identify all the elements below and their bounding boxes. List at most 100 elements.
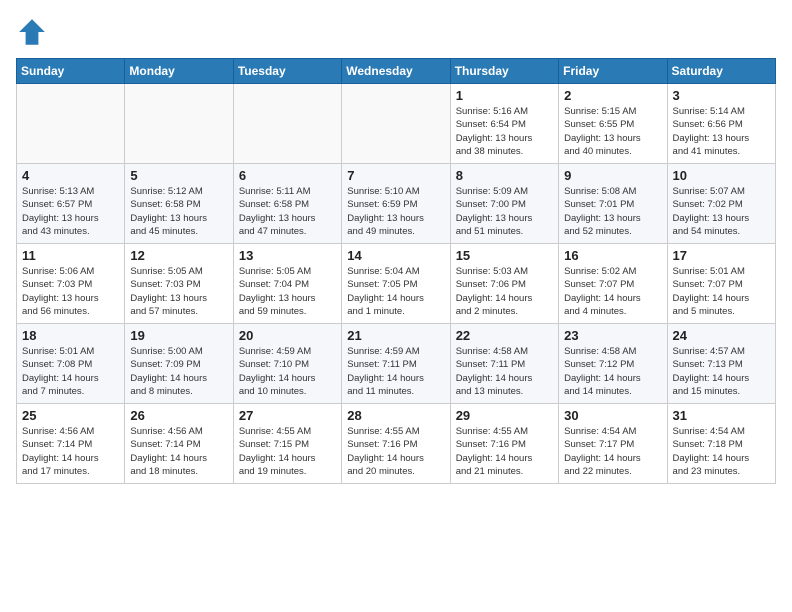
calendar-cell: 28 Sunrise: 4:55 AM Sunset: 7:16 PM Dayli… <box>342 404 450 484</box>
cell-content: Sunrise: 5:04 AM Sunset: 7:05 PM Dayligh… <box>347 265 444 318</box>
header-wednesday: Wednesday <box>342 59 450 84</box>
calendar-cell: 25Sunrise: 4:56 AM Sunset: 7:14 PM Dayli… <box>17 404 125 484</box>
calendar-cell: 30Sunrise: 4:54 AM Sunset: 7:17 PM Dayli… <box>559 404 667 484</box>
day-number: 4 <box>22 168 119 183</box>
header-sunday: Sunday <box>17 59 125 84</box>
day-number: 9 <box>564 168 661 183</box>
cell-content: Sunrise: 4:59 AM Sunset: 7:10 PM Dayligh… <box>239 345 336 398</box>
logo-icon <box>16 16 48 48</box>
calendar-cell: 12 Sunrise: 5:05 AM Sunset: 7:03 PM Dayli… <box>125 244 233 324</box>
logo <box>16 16 52 48</box>
day-number: 11 <box>22 248 119 263</box>
header-monday: Monday <box>125 59 233 84</box>
cell-content: Sunrise: 4:55 AM Sunset: 7:16 PM Dayligh… <box>456 425 553 478</box>
calendar-cell: 26 Sunrise: 4:56 AM Sunset: 7:14 PM Dayli… <box>125 404 233 484</box>
day-number: 21 <box>347 328 444 343</box>
cell-content: Sunrise: 4:57 AM Sunset: 7:13 PM Dayligh… <box>673 345 770 398</box>
cell-content: Sunrise: 4:55 AM Sunset: 7:16 PM Dayligh… <box>347 425 444 478</box>
cell-content: Sunrise: 5:05 AM Sunset: 7:04 PM Dayligh… <box>239 265 336 318</box>
cell-content: Sunrise: 5:11 AM Sunset: 6:58 PM Dayligh… <box>239 185 336 238</box>
cell-content: Sunrise: 5:01 AM Sunset: 7:07 PM Dayligh… <box>673 265 770 318</box>
week-row-3: 11 Sunrise: 5:06 AM Sunset: 7:03 PM Dayli… <box>17 244 776 324</box>
day-number: 7 <box>347 168 444 183</box>
cell-content: Sunrise: 5:13 AM Sunset: 6:57 PM Dayligh… <box>22 185 119 238</box>
day-number: 6 <box>239 168 336 183</box>
calendar-cell: 17 Sunrise: 5:01 AM Sunset: 7:07 PM Dayli… <box>667 244 775 324</box>
cell-content: Sunrise: 5:09 AM Sunset: 7:00 PM Dayligh… <box>456 185 553 238</box>
calendar-cell: 6 Sunrise: 5:11 AM Sunset: 6:58 PM Daylig… <box>233 164 341 244</box>
calendar-cell: 15 Sunrise: 5:03 AM Sunset: 7:06 PM Dayli… <box>450 244 558 324</box>
cell-content: Sunrise: 5:03 AM Sunset: 7:06 PM Dayligh… <box>456 265 553 318</box>
calendar-table: SundayMondayTuesdayWednesdayThursdayFrid… <box>16 58 776 484</box>
calendar-cell: 24 Sunrise: 4:57 AM Sunset: 7:13 PM Dayli… <box>667 324 775 404</box>
header-friday: Friday <box>559 59 667 84</box>
calendar-cell: 4 Sunrise: 5:13 AM Sunset: 6:57 PM Daylig… <box>17 164 125 244</box>
cell-content: Sunrise: 4:54 AM Sunset: 7:18 PM Dayligh… <box>673 425 770 478</box>
cell-content: Sunrise: 5:00 AM Sunset: 7:09 PM Dayligh… <box>130 345 227 398</box>
cell-content: Sunrise: 4:55 AM Sunset: 7:15 PM Dayligh… <box>239 425 336 478</box>
day-number: 17 <box>673 248 770 263</box>
week-row-2: 4 Sunrise: 5:13 AM Sunset: 6:57 PM Daylig… <box>17 164 776 244</box>
cell-content: Sunrise: 5:05 AM Sunset: 7:03 PM Dayligh… <box>130 265 227 318</box>
calendar-cell: 8 Sunrise: 5:09 AM Sunset: 7:00 PM Daylig… <box>450 164 558 244</box>
cell-content: Sunrise: 5:08 AM Sunset: 7:01 PM Dayligh… <box>564 185 661 238</box>
week-row-1: 1Sunrise: 5:16 AM Sunset: 6:54 PM Daylig… <box>17 84 776 164</box>
cell-content: Sunrise: 5:07 AM Sunset: 7:02 PM Dayligh… <box>673 185 770 238</box>
calendar-cell: 9 Sunrise: 5:08 AM Sunset: 7:01 PM Daylig… <box>559 164 667 244</box>
page-header <box>16 16 776 48</box>
calendar-body: 1Sunrise: 5:16 AM Sunset: 6:54 PM Daylig… <box>17 84 776 484</box>
calendar-header: SundayMondayTuesdayWednesdayThursdayFrid… <box>17 59 776 84</box>
day-number: 3 <box>673 88 770 103</box>
calendar-cell: 1Sunrise: 5:16 AM Sunset: 6:54 PM Daylig… <box>450 84 558 164</box>
day-number: 15 <box>456 248 553 263</box>
calendar-cell: 27 Sunrise: 4:55 AM Sunset: 7:15 PM Dayli… <box>233 404 341 484</box>
day-number: 8 <box>456 168 553 183</box>
cell-content: Sunrise: 5:06 AM Sunset: 7:03 PM Dayligh… <box>22 265 119 318</box>
day-number: 19 <box>130 328 227 343</box>
day-number: 20 <box>239 328 336 343</box>
cell-content: Sunrise: 5:10 AM Sunset: 6:59 PM Dayligh… <box>347 185 444 238</box>
calendar-cell: 29Sunrise: 4:55 AM Sunset: 7:16 PM Dayli… <box>450 404 558 484</box>
day-number: 23 <box>564 328 661 343</box>
calendar-cell <box>125 84 233 164</box>
calendar-cell: 31 Sunrise: 4:54 AM Sunset: 7:18 PM Dayli… <box>667 404 775 484</box>
header-row: SundayMondayTuesdayWednesdayThursdayFrid… <box>17 59 776 84</box>
header-saturday: Saturday <box>667 59 775 84</box>
calendar-cell: 10 Sunrise: 5:07 AM Sunset: 7:02 PM Dayli… <box>667 164 775 244</box>
cell-content: Sunrise: 5:14 AM Sunset: 6:56 PM Dayligh… <box>673 105 770 158</box>
calendar-cell: 21 Sunrise: 4:59 AM Sunset: 7:11 PM Dayli… <box>342 324 450 404</box>
cell-content: Sunrise: 4:58 AM Sunset: 7:12 PM Dayligh… <box>564 345 661 398</box>
calendar-cell: 16Sunrise: 5:02 AM Sunset: 7:07 PM Dayli… <box>559 244 667 324</box>
day-number: 13 <box>239 248 336 263</box>
calendar-cell: 20 Sunrise: 4:59 AM Sunset: 7:10 PM Dayli… <box>233 324 341 404</box>
day-number: 24 <box>673 328 770 343</box>
week-row-4: 18Sunrise: 5:01 AM Sunset: 7:08 PM Dayli… <box>17 324 776 404</box>
week-row-5: 25 Sunrise: 4:56 AM Sunset: 7:14 PM Dayli… <box>17 404 776 484</box>
calendar-cell: 3 Sunrise: 5:14 AM Sunset: 6:56 PM Daylig… <box>667 84 775 164</box>
calendar-cell: 5 Sunrise: 5:12 AM Sunset: 6:58 PM Daylig… <box>125 164 233 244</box>
calendar-cell <box>17 84 125 164</box>
day-number: 22 <box>456 328 553 343</box>
cell-content: Sunrise: 5:12 AM Sunset: 6:58 PM Dayligh… <box>130 185 227 238</box>
calendar-cell: 11 Sunrise: 5:06 AM Sunset: 7:03 PM Dayli… <box>17 244 125 324</box>
day-number: 25 <box>22 408 119 423</box>
day-number: 28 <box>347 408 444 423</box>
day-number: 26 <box>130 408 227 423</box>
calendar-cell <box>342 84 450 164</box>
calendar-cell: 14 Sunrise: 5:04 AM Sunset: 7:05 PM Dayli… <box>342 244 450 324</box>
cell-content: Sunrise: 5:01 AM Sunset: 7:08 PM Dayligh… <box>22 345 119 398</box>
calendar-cell: 7 Sunrise: 5:10 AM Sunset: 6:59 PM Daylig… <box>342 164 450 244</box>
cell-content: Sunrise: 4:59 AM Sunset: 7:11 PM Dayligh… <box>347 345 444 398</box>
day-number: 27 <box>239 408 336 423</box>
day-number: 1 <box>456 88 553 103</box>
day-number: 2 <box>564 88 661 103</box>
cell-content: Sunrise: 4:56 AM Sunset: 7:14 PM Dayligh… <box>130 425 227 478</box>
day-number: 5 <box>130 168 227 183</box>
calendar-cell: 13 Sunrise: 5:05 AM Sunset: 7:04 PM Dayli… <box>233 244 341 324</box>
day-number: 14 <box>347 248 444 263</box>
day-number: 31 <box>673 408 770 423</box>
calendar-cell: 22Sunrise: 4:58 AM Sunset: 7:11 PM Dayli… <box>450 324 558 404</box>
day-number: 12 <box>130 248 227 263</box>
header-tuesday: Tuesday <box>233 59 341 84</box>
day-number: 10 <box>673 168 770 183</box>
